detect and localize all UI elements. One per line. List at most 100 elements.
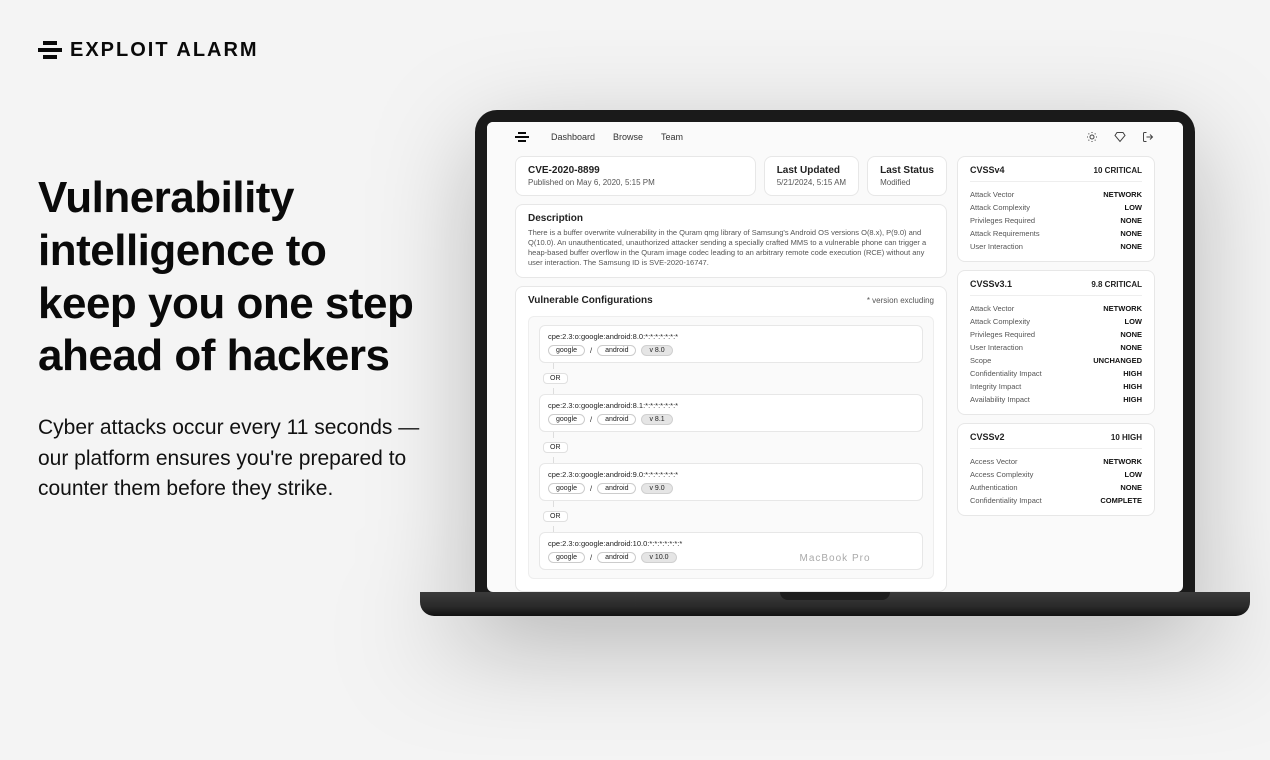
cpe-product-pill[interactable]: android bbox=[597, 483, 636, 494]
cvss-card: CVSSv410 CRITICALAttack VectorNETWORKAtt… bbox=[957, 156, 1155, 262]
vuln-title: Vulnerable Configurations bbox=[528, 295, 653, 306]
cpe-product-pill[interactable]: android bbox=[597, 345, 636, 356]
nav-dashboard[interactable]: Dashboard bbox=[551, 132, 595, 142]
cvss-metric-value: NONE bbox=[1120, 343, 1142, 352]
cvss-metric-key: User Interaction bbox=[970, 242, 1023, 251]
diamond-icon[interactable] bbox=[1113, 130, 1127, 144]
cvss-metric-value: HIGH bbox=[1123, 395, 1142, 404]
hero-subtitle: Cyber attacks occur every 11 seconds — o… bbox=[38, 413, 428, 504]
last-updated-card: Last Updated 5/21/2024, 5:15 AM bbox=[764, 156, 859, 196]
cvss-title: CVSSv4 bbox=[970, 165, 1005, 175]
cvss-metric-value: HIGH bbox=[1123, 369, 1142, 378]
cpe-string: cpe:2.3:o:google:android:9.0:*:*:*:*:*:*… bbox=[548, 470, 914, 479]
last-status-value: Modified bbox=[880, 178, 934, 187]
cvss-metric-row: Integrity ImpactHIGH bbox=[970, 380, 1142, 393]
cvss-metric-row: User Interaction NONE bbox=[970, 240, 1142, 253]
cvss-metric-row: Access Complexity LOW bbox=[970, 468, 1142, 481]
cvss-metric-row: Scope UNCHANGED bbox=[970, 354, 1142, 367]
vulnerable-configs-card: Vulnerable Configurations * version excl… bbox=[515, 286, 947, 593]
cvss-metric-row: Attack Requirements NONE bbox=[970, 227, 1142, 240]
cvss-metric-row: Privileges Required NONE bbox=[970, 214, 1142, 227]
cvss-metric-value: NONE bbox=[1120, 483, 1142, 492]
cpe-item: cpe:2.3:o:google:android:9.0:*:*:*:*:*:*… bbox=[539, 463, 923, 501]
last-status-card: Last Status Modified bbox=[867, 156, 947, 196]
cvss-metric-key: Availability Impact bbox=[970, 395, 1030, 404]
cpe-product-pill[interactable]: android bbox=[597, 414, 636, 425]
vuln-note: * version excluding bbox=[867, 296, 934, 305]
cpe-vendor-pill[interactable]: google bbox=[548, 552, 585, 563]
brand-logo: EXPLOIT ALARM bbox=[38, 38, 428, 62]
cvss-metric-value: LOW bbox=[1125, 203, 1143, 212]
cvss-score: 10 HIGH bbox=[1111, 433, 1142, 442]
cvss-metric-key: Privileges Required bbox=[970, 330, 1035, 339]
cpe-vendor-pill[interactable]: google bbox=[548, 414, 585, 425]
cvss-title: CVSSv2 bbox=[970, 432, 1005, 442]
cvss-metric-value: NETWORK bbox=[1103, 457, 1142, 466]
cvss-metric-row: Confidentiality Impact COMPLETE bbox=[970, 494, 1142, 507]
cvss-title: CVSSv3.1 bbox=[970, 279, 1012, 289]
cpe-version-pill[interactable]: v 10.0 bbox=[641, 552, 676, 563]
description-card: Description There is a buffer overwrite … bbox=[515, 204, 947, 278]
cvss-metric-key: Access Vector bbox=[970, 457, 1018, 466]
cvss-metric-row: Availability Impact HIGH bbox=[970, 393, 1142, 406]
last-status-label: Last Status bbox=[880, 165, 934, 176]
app-logo-icon[interactable] bbox=[515, 130, 529, 144]
cvss-metric-value: NONE bbox=[1120, 216, 1142, 225]
cvss-metric-key: Attack Requirements bbox=[970, 229, 1040, 238]
cpe-vendor-pill[interactable]: google bbox=[548, 345, 585, 356]
cpe-string: cpe:2.3:o:google:android:10.0:*:*:*:*:*:… bbox=[548, 539, 914, 548]
nav-browse[interactable]: Browse bbox=[613, 132, 643, 142]
cpe-string: cpe:2.3:o:google:android:8.1:*:*:*:*:*:*… bbox=[548, 401, 914, 410]
cvss-metric-row: Attack Complexity LOW bbox=[970, 315, 1142, 328]
cvss-metric-value: COMPLETE bbox=[1100, 496, 1142, 505]
or-separator: OR bbox=[543, 373, 568, 384]
laptop-label: MacBook Pro bbox=[799, 553, 870, 564]
cvss-metric-row: Attack Vector NETWORK bbox=[970, 188, 1142, 201]
cve-published: Published on May 6, 2020, 5:15 PM bbox=[528, 178, 743, 187]
cvss-metric-key: Confidentiality Impact bbox=[970, 496, 1042, 505]
cvss-metric-key: Attack Complexity bbox=[970, 203, 1030, 212]
cvss-metric-row: Access Vector NETWORK bbox=[970, 455, 1142, 468]
cvss-metric-row: Authentication NONE bbox=[970, 481, 1142, 494]
cvss-metric-key: Authentication bbox=[970, 483, 1018, 492]
nav-team[interactable]: Team bbox=[661, 132, 683, 142]
logout-icon[interactable] bbox=[1141, 130, 1155, 144]
cpe-version-pill[interactable]: v 8.0 bbox=[641, 345, 672, 356]
cvss-metric-row: Privileges Required NONE bbox=[970, 328, 1142, 341]
cvss-metric-key: Privileges Required bbox=[970, 216, 1035, 225]
cvss-metric-row: Confidentiality ImpactHIGH bbox=[970, 367, 1142, 380]
cpe-version-pill[interactable]: v 9.0 bbox=[641, 483, 672, 494]
or-separator: OR bbox=[543, 511, 568, 522]
cvss-metric-row: Attack Complexity LOW bbox=[970, 201, 1142, 214]
brand-name: EXPLOIT ALARM bbox=[70, 39, 259, 62]
cpe-list: cpe:2.3:o:google:android:8.0:*:*:*:*:*:*… bbox=[528, 316, 934, 579]
cvss-metric-key: Access Complexity bbox=[970, 470, 1033, 479]
cpe-version-pill[interactable]: v 8.1 bbox=[641, 414, 672, 425]
cvss-score: 10 CRITICAL bbox=[1094, 166, 1142, 175]
cvss-metric-value: LOW bbox=[1125, 317, 1143, 326]
app-topbar: Dashboard Browse Team bbox=[487, 122, 1183, 152]
cvss-metric-value: NONE bbox=[1120, 330, 1142, 339]
theme-icon[interactable] bbox=[1085, 130, 1099, 144]
cvss-metric-value: NONE bbox=[1120, 242, 1142, 251]
cvss-score: 9.8 CRITICAL bbox=[1091, 280, 1142, 289]
cpe-string: cpe:2.3:o:google:android:8.0:*:*:*:*:*:*… bbox=[548, 332, 914, 341]
cvss-metric-key: Attack Complexity bbox=[970, 317, 1030, 326]
or-separator: OR bbox=[543, 442, 568, 453]
description-text: There is a buffer overwrite vulnerabilit… bbox=[528, 228, 934, 269]
cvss-metric-key: Scope bbox=[970, 356, 991, 365]
cvss-metric-value: NETWORK bbox=[1103, 304, 1142, 313]
cvss-metric-value: HIGH bbox=[1123, 382, 1142, 391]
cvss-metric-value: NONE bbox=[1120, 229, 1142, 238]
cvss-metric-key: Attack Vector bbox=[970, 304, 1014, 313]
cvss-metric-value: NETWORK bbox=[1103, 190, 1142, 199]
cvss-metric-value: LOW bbox=[1125, 470, 1143, 479]
cpe-item: cpe:2.3:o:google:android:8.1:*:*:*:*:*:*… bbox=[539, 394, 923, 432]
cpe-vendor-pill[interactable]: google bbox=[548, 483, 585, 494]
cvss-metric-key: Attack Vector bbox=[970, 190, 1014, 199]
cpe-product-pill[interactable]: android bbox=[597, 552, 636, 563]
cve-card: CVE-2020-8899 Published on May 6, 2020, … bbox=[515, 156, 756, 196]
cvss-metric-row: Attack Vector NETWORK bbox=[970, 302, 1142, 315]
cvss-metric-value: UNCHANGED bbox=[1093, 356, 1142, 365]
laptop-mockup: Dashboard Browse Team bbox=[420, 110, 1250, 616]
